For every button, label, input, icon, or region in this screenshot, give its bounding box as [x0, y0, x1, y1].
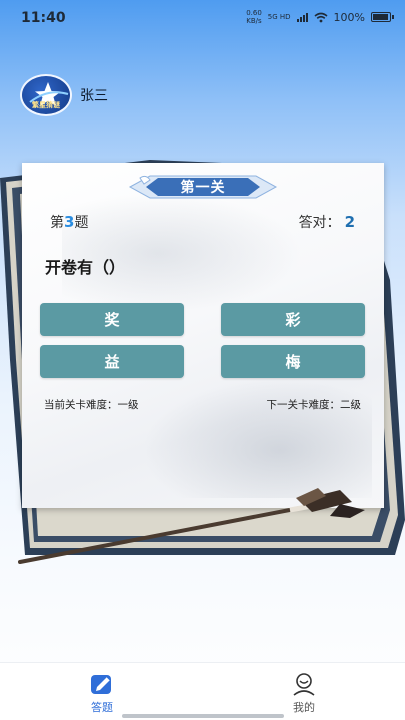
username: 张三 [80, 88, 108, 104]
profile-icon [293, 673, 315, 696]
battery-percent: 100% [333, 10, 365, 24]
level-banner: 第一关 [128, 172, 278, 202]
current-difficulty: 当前关卡难度：一级 [44, 399, 139, 411]
star-logo-icon [29, 82, 69, 106]
option-button-a[interactable]: 奖 [40, 303, 184, 336]
wifi-icon [314, 12, 328, 22]
home-indicator[interactable] [122, 714, 284, 718]
question-text: 开卷有（） [45, 258, 126, 277]
level-title: 第一关 [180, 180, 226, 196]
status-icons: 0.60 KB/s 5G HD 100% [246, 9, 394, 25]
option-button-d[interactable]: 梅 [221, 345, 365, 378]
next-difficulty: 下一关卡难度：二级 [266, 399, 362, 411]
brush-decoration-icon [18, 488, 365, 564]
user-header: 繁星猜谜 张三 [20, 74, 108, 116]
nav-item-profile[interactable]: 我的 [264, 671, 344, 715]
quiz-icon [91, 675, 111, 694]
nav-item-quiz[interactable]: 答题 [62, 671, 142, 715]
correct-count: 答对： 2 [298, 213, 355, 231]
option-button-c[interactable]: 益 [40, 345, 184, 378]
network-type: 5G HD [267, 13, 291, 21]
status-time: 11:40 [21, 10, 66, 26]
status-bar: 11:40 0.60 KB/s 5G HD 100% [0, 0, 405, 36]
question-number: 第3题 [50, 213, 89, 231]
option-button-b[interactable]: 彩 [221, 303, 365, 336]
network-speed: 0.60 KB/s [246, 9, 262, 25]
bottom-navigation: 答题 我的 [0, 662, 405, 720]
signal-icon [296, 12, 308, 22]
battery-icon [371, 12, 394, 22]
nav-label-quiz: 答题 [91, 701, 113, 714]
nav-label-profile: 我的 [293, 701, 315, 714]
avatar-logo-text: 繁星猜谜 [32, 101, 60, 109]
avatar[interactable]: 繁星猜谜 [20, 74, 72, 116]
